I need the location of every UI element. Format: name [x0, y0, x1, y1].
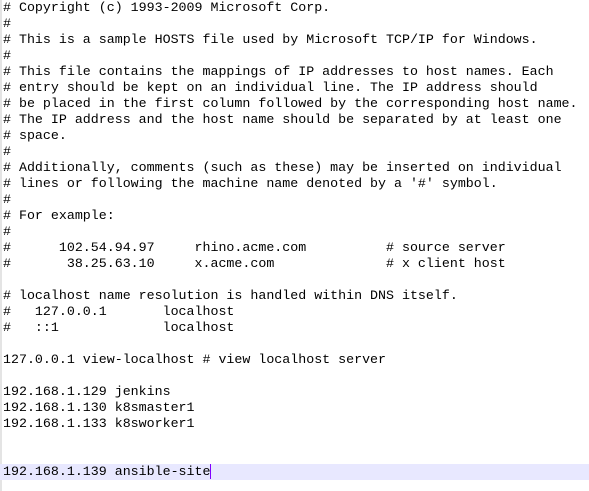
editor-line[interactable] — [3, 432, 589, 448]
editor-line[interactable]: # space. — [3, 128, 589, 144]
line-text: # — [3, 144, 11, 159]
line-text: 192.168.1.133 k8sworker1 — [3, 416, 195, 431]
editor-line[interactable]: 192.168.1.133 k8sworker1 — [3, 416, 589, 432]
line-text: # 102.54.94.97 rhino.acme.com # source s… — [3, 240, 506, 255]
editor-line[interactable] — [3, 368, 589, 384]
editor-line[interactable]: # 38.25.63.10 x.acme.com # x client host — [3, 256, 589, 272]
line-text: # ::1 localhost — [3, 320, 235, 335]
line-text: # localhost name resolution is handled w… — [3, 288, 458, 303]
line-text: 192.168.1.139 ansible-site — [3, 464, 211, 479]
editor-line[interactable]: # This is a sample HOSTS file used by Mi… — [3, 32, 589, 48]
editor-line[interactable]: # Copyright (c) 1993-2009 Microsoft Corp… — [3, 0, 589, 16]
line-text: # — [3, 224, 11, 239]
line-text: # Copyright (c) 1993-2009 Microsoft Corp… — [3, 0, 331, 15]
editor-line[interactable]: 192.168.1.130 k8smaster1 — [3, 400, 589, 416]
line-text: # Additionally, comments (such as these)… — [3, 160, 562, 175]
editor-line[interactable]: 192.168.1.129 jenkins — [3, 384, 589, 400]
current-line[interactable]: 192.168.1.139 ansible-site — [0, 464, 589, 480]
line-text: # — [3, 16, 11, 31]
editor-line[interactable] — [3, 336, 589, 352]
text-cursor — [210, 464, 212, 479]
editor-line[interactable]: # localhost name resolution is handled w… — [3, 288, 589, 304]
editor-line[interactable]: # lines or following the machine name de… — [3, 176, 589, 192]
line-text: 192.168.1.129 jenkins — [3, 384, 171, 399]
line-text: 127.0.0.1 view-localhost # view localhos… — [3, 352, 387, 367]
line-text: # The IP address and the host name shoul… — [3, 112, 562, 127]
editor-line[interactable]: # 127.0.0.1 localhost — [3, 304, 589, 320]
text-editor[interactable]: # Copyright (c) 1993-2009 Microsoft Corp… — [0, 0, 589, 480]
line-text: # For example: — [3, 208, 115, 223]
line-text: # 127.0.0.1 localhost — [3, 304, 235, 319]
editor-line[interactable] — [3, 448, 589, 464]
editor-line[interactable]: # — [3, 224, 589, 240]
editor-margin — [0, 0, 2, 491]
line-text: # lines or following the machine name de… — [3, 176, 498, 191]
editor-line[interactable]: # The IP address and the host name shoul… — [3, 112, 589, 128]
editor-line[interactable]: # Additionally, comments (such as these)… — [3, 160, 589, 176]
line-text: # entry should be kept on an individual … — [3, 80, 538, 95]
line-text: # — [3, 192, 11, 207]
editor-line[interactable]: # For example: — [3, 208, 589, 224]
line-text: # This is a sample HOSTS file used by Mi… — [3, 32, 538, 47]
line-text: # — [3, 48, 11, 63]
line-text: # This file contains the mappings of IP … — [3, 64, 554, 79]
line-text: # be placed in the first column followed… — [3, 96, 578, 111]
editor-line[interactable]: # — [3, 192, 589, 208]
line-text: 192.168.1.130 k8smaster1 — [3, 400, 195, 415]
editor-line[interactable]: # ::1 localhost — [3, 320, 589, 336]
line-text: # space. — [3, 128, 67, 143]
editor-line[interactable]: # entry should be kept on an individual … — [3, 80, 589, 96]
editor-line[interactable]: # — [3, 48, 589, 64]
editor-line[interactable]: # — [3, 16, 589, 32]
editor-line[interactable] — [3, 272, 589, 288]
editor-line[interactable]: # — [3, 144, 589, 160]
line-text: # 38.25.63.10 x.acme.com # x client host — [3, 256, 506, 271]
editor-line[interactable]: # This file contains the mappings of IP … — [3, 64, 589, 80]
editor-line[interactable]: # 102.54.94.97 rhino.acme.com # source s… — [3, 240, 589, 256]
editor-line[interactable]: 127.0.0.1 view-localhost # view localhos… — [3, 352, 589, 368]
editor-line[interactable]: # be placed in the first column followed… — [3, 96, 589, 112]
